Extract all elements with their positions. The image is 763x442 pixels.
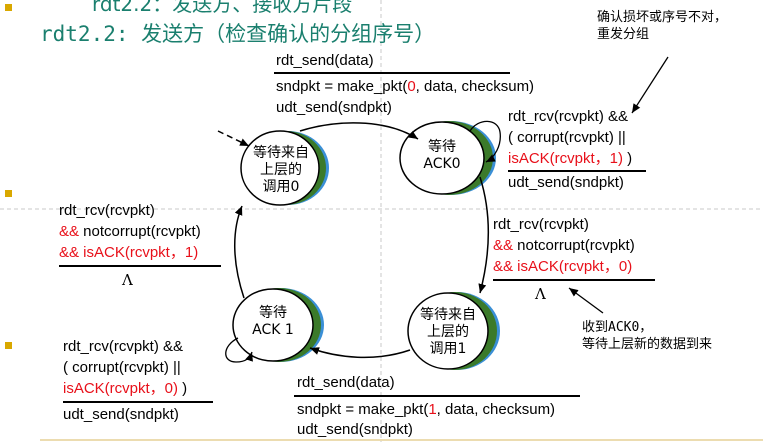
- ack1-self-line1: rdt_rcv(rcvpkt) &&: [63, 338, 184, 355]
- initial-state-arrow: [217, 130, 250, 147]
- bottom-divider: [294, 395, 580, 397]
- note-ack0-line2: 等待上层新的数据到来: [582, 337, 713, 352]
- ack1-self-line3: isACK(rcvpkt，0) ): [63, 380, 188, 397]
- note-resend: 确认损坏或序号不对， 重发分组: [597, 9, 727, 43]
- note-ack0-line1: 收到ACK0，: [582, 320, 653, 335]
- ack0-self-line1: rdt_rcv(rcvpkt) &&: [508, 108, 629, 125]
- note-resend-line1: 确认损坏或序号不对，: [597, 10, 728, 25]
- ack0-self-action: udt_send(sndpkt): [508, 174, 624, 191]
- state-label-line: 调用0: [262, 179, 300, 195]
- left-line2: && notcorrupt(rcvpkt): [59, 223, 201, 240]
- state-label-line: 上层的: [260, 162, 302, 178]
- top-action1: sndpkt = make_pkt(0, data, checksum): [276, 78, 535, 95]
- ack0-self-divider: [508, 170, 646, 172]
- state-label-line: 等待: [428, 139, 456, 155]
- note-ack0: 收到ACK0， 等待上层新的数据到来: [582, 319, 712, 353]
- left-lambda: Λ: [122, 271, 133, 289]
- right-divider: [493, 279, 655, 281]
- transition-arrow-left: [234, 205, 245, 299]
- ack0-self-line2: ( corrupt(rcvpkt) ||: [508, 129, 626, 146]
- transition-arrow-right: [478, 176, 489, 294]
- bullet-icon: [5, 4, 12, 11]
- note-resend-line2: 重发分组: [597, 27, 650, 42]
- top-seq-number: 0: [407, 78, 416, 95]
- ack0-self-line3: isACK(rcvpkt，1) ): [508, 150, 633, 167]
- state-label-line: ACK0: [423, 156, 461, 172]
- ack1-self-line2: ( corrupt(rcvpkt) ||: [63, 359, 181, 376]
- state-label-line: 等待: [259, 305, 287, 321]
- transition-arrow-top: [299, 122, 419, 140]
- page-title: rdt2.2: 发送方（检查确认的分组序号）: [40, 22, 436, 46]
- left-line1: rdt_rcv(rcvpkt): [59, 202, 155, 219]
- top-action2: udt_send(sndpkt): [276, 99, 392, 116]
- top-event: rdt_send(data): [276, 52, 374, 69]
- right-line1: rdt_rcv(rcvpkt): [493, 216, 589, 233]
- state-wait-ack0-label: 等待 ACK0: [402, 139, 482, 173]
- bottom-action2: udt_send(sndpkt): [297, 421, 413, 438]
- state-label-line: 调用1: [429, 341, 467, 357]
- right-line3: && isACK(rcvpkt，0): [493, 258, 633, 275]
- right-lambda: Λ: [535, 285, 546, 303]
- state-label-line: ACK 1: [252, 322, 294, 338]
- top-divider: [274, 72, 510, 74]
- bullet-icon: [5, 190, 12, 197]
- state-wait-ack1-label: 等待 ACK 1: [233, 305, 313, 339]
- ack1-self-divider: [63, 401, 213, 403]
- state-label-line: 等待来自: [420, 307, 476, 323]
- left-line3: && isACK(rcvpkt，1): [59, 244, 199, 261]
- bullet-icon: [5, 342, 12, 349]
- note-arrow-ack0: [568, 287, 604, 314]
- bottom-event: rdt_send(data): [297, 374, 395, 391]
- state-wait-call0-label: 等待来自 上层的 调用0: [242, 145, 320, 196]
- bottom-seq-number: 1: [428, 401, 437, 418]
- state-label-line: 上层的: [427, 324, 469, 340]
- left-divider: [59, 265, 221, 267]
- transition-arrow-bottom: [309, 347, 411, 359]
- top-cut-heading: rdt2.2：发送方、接收方片段: [92, 0, 353, 16]
- ack1-self-action: udt_send(sndpkt): [63, 406, 179, 423]
- note-arrow-resend: [631, 56, 669, 114]
- state-label-line: 等待来自: [253, 145, 309, 161]
- bottom-action1: sndpkt = make_pkt(1, data, checksum): [297, 401, 556, 418]
- right-line2: && notcorrupt(rcvpkt): [493, 237, 635, 254]
- state-wait-call1-label: 等待来自 上层的 调用1: [408, 307, 488, 358]
